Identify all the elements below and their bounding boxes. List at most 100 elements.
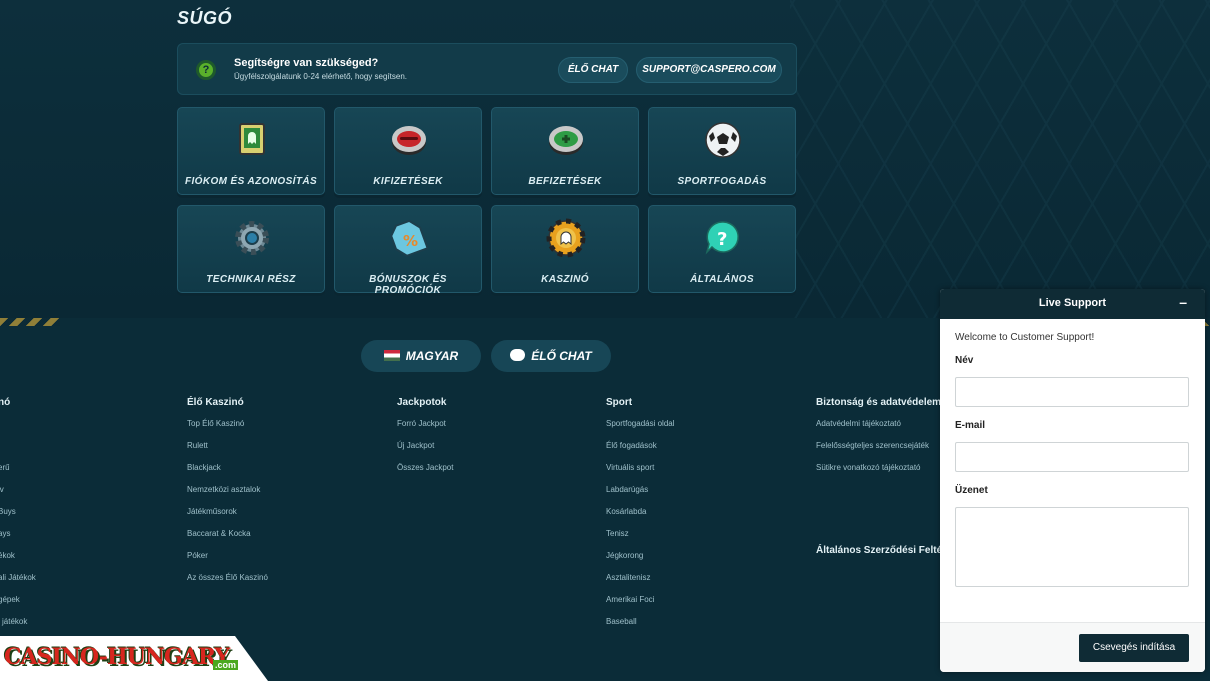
tile-label: KASZINÓ bbox=[541, 274, 589, 285]
footer-link[interactable]: Amerikai Foci bbox=[606, 595, 675, 617]
footer-link[interactable]: Adatvédelmi tájékoztató bbox=[816, 419, 941, 441]
tile-label: BEFIZETÉSEK bbox=[528, 176, 602, 187]
tile-casino[interactable]: KASZINÓ bbox=[491, 205, 639, 293]
tile-withdrawals[interactable]: KIFIZETÉSEK bbox=[334, 107, 482, 195]
footer-link[interactable]: Élő fogadások bbox=[606, 441, 675, 463]
column-title: Sport bbox=[606, 397, 633, 408]
column-title: Jackpotok bbox=[397, 397, 447, 408]
footer-link[interactable]: i játékok bbox=[0, 617, 36, 639]
tile-label: BÓNUSZOK ÉS PROMÓCIÓK bbox=[369, 274, 447, 296]
footer-link[interactable]: Forró Jackpot bbox=[397, 419, 453, 441]
percent-tag-icon: % bbox=[390, 219, 429, 257]
tile-label: KIFIZETÉSEK bbox=[373, 176, 443, 187]
footer-link[interactable]: Asztalitenisz bbox=[606, 573, 675, 595]
footer-link[interactable]: ays bbox=[0, 529, 36, 551]
question-icon: ? bbox=[196, 60, 216, 80]
soccer-ball-icon bbox=[705, 122, 741, 158]
column-title: Élő Kaszinó bbox=[187, 397, 244, 408]
tile-general[interactable]: ? ÁLTALÁNOS bbox=[648, 205, 796, 293]
footer-link[interactable]: Sütikre vonatkozó tájékoztató bbox=[816, 463, 941, 485]
footer-link[interactable]: Baseball bbox=[606, 617, 675, 639]
language-label: MAGYAR bbox=[405, 349, 459, 363]
help-contact-bar: ? Segítségre van szükséged? Ügyfélszolgá… bbox=[177, 43, 797, 95]
footer-link[interactable]: ali Játékok bbox=[0, 573, 36, 595]
live-chat-label: ÉLŐ CHAT bbox=[531, 349, 592, 363]
name-field[interactable] bbox=[955, 377, 1189, 407]
language-button[interactable]: MAGYAR bbox=[361, 340, 481, 372]
tile-label: ÁLTALÁNOS bbox=[690, 274, 754, 285]
svg-text:%: % bbox=[403, 232, 418, 250]
support-title: Live Support bbox=[1038, 297, 1107, 309]
page-title: SÚGÓ bbox=[177, 8, 233, 28]
footer-link[interactable]: Baccarat & Kocka bbox=[187, 529, 268, 551]
footer-column-casino: nó erű iv Buys ays ékok ali Játékok gépe… bbox=[0, 397, 36, 639]
footer-link[interactable]: Póker bbox=[187, 551, 268, 573]
ghost-card-icon bbox=[239, 123, 265, 155]
chat-bubble-icon bbox=[510, 349, 526, 361]
gear-icon bbox=[235, 221, 269, 255]
hex-pattern-background bbox=[790, 0, 1210, 318]
footer-column-security: Biztonság és adatvédelem Adatvédelmi táj… bbox=[816, 397, 941, 485]
footer-live-chat-button[interactable]: ÉLŐ CHAT bbox=[491, 340, 611, 372]
support-header: Live Support – bbox=[940, 289, 1205, 319]
footer-link[interactable]: Nemzetközi asztalok bbox=[187, 485, 268, 507]
footer-link[interactable]: Jégkorong bbox=[606, 551, 675, 573]
casino-chip-icon bbox=[546, 218, 586, 258]
message-label: Üzenet bbox=[955, 485, 988, 496]
footer-link[interactable]: Új Jackpot bbox=[397, 441, 453, 463]
footer-column-live-casino: Élő Kaszinó Top Élő Kaszinó Rulett Black… bbox=[187, 397, 268, 595]
email-label: E-mail bbox=[955, 420, 986, 431]
green-chip-icon bbox=[549, 126, 583, 155]
footer-link[interactable]: Kosárlabda bbox=[606, 507, 675, 529]
tile-label: SPORTFOGADÁS bbox=[677, 176, 767, 187]
hungary-flag-icon bbox=[383, 350, 400, 361]
tile-label: TECHNIKAI RÉSZ bbox=[206, 274, 296, 285]
footer-link[interactable]: Blackjack bbox=[187, 463, 268, 485]
support-footer: Csevegés indítása bbox=[940, 622, 1205, 672]
help-bar-subtitle: Ügyfélszolgálatunk 0-24 elérhető, hogy s… bbox=[234, 72, 407, 81]
footer-link[interactable]: Az összes Élő Kaszinó bbox=[187, 573, 268, 595]
email-field[interactable] bbox=[955, 442, 1189, 472]
live-support-widget: Live Support – Welcome to Customer Suppo… bbox=[940, 289, 1205, 672]
footer-link[interactable]: Labdarúgás bbox=[606, 485, 675, 507]
name-label: Név bbox=[955, 355, 974, 366]
footer-link[interactable]: Virtuális sport bbox=[606, 463, 675, 485]
footer-link[interactable]: Rulett bbox=[187, 441, 268, 463]
column-title: nó bbox=[0, 397, 11, 408]
footer-link[interactable] bbox=[0, 419, 36, 441]
footer-column-jackpots: Jackpotok Forró Jackpot Új Jackpot Össze… bbox=[397, 397, 453, 485]
footer-divider-left bbox=[0, 318, 60, 326]
footer-link[interactable]: gépek bbox=[0, 595, 36, 617]
tile-deposits[interactable]: BEFIZETÉSEK bbox=[491, 107, 639, 195]
footer-column-sport: Sport Sportfogadási oldal Élő fogadások … bbox=[606, 397, 675, 639]
logo-suffix: .com bbox=[213, 660, 239, 670]
footer-link[interactable]: Játékműsorok bbox=[187, 507, 268, 529]
minimize-icon[interactable]: – bbox=[1179, 294, 1187, 310]
footer-link[interactable]: Összes Jackpot bbox=[397, 463, 453, 485]
svg-text:?: ? bbox=[717, 229, 727, 250]
tile-technical[interactable]: TECHNIKAI RÉSZ bbox=[177, 205, 325, 293]
footer-link[interactable] bbox=[0, 441, 36, 463]
live-chat-button[interactable]: ÉLŐ CHAT bbox=[558, 57, 628, 83]
column-title: Biztonság és adatvédelem bbox=[816, 397, 942, 408]
footer-link[interactable]: Buys bbox=[0, 507, 36, 529]
footer-link[interactable]: iv bbox=[0, 485, 36, 507]
footer-link[interactable]: ékok bbox=[0, 551, 36, 573]
question-bubble-icon: ? bbox=[705, 221, 739, 255]
message-textarea[interactable] bbox=[955, 507, 1189, 587]
tile-account-identification[interactable]: FIÓKOM ÉS AZONOSÍTÁS bbox=[177, 107, 325, 195]
tile-bonuses-promotions[interactable]: % BÓNUSZOK ÉS PROMÓCIÓK bbox=[334, 205, 482, 296]
help-bar-title: Segítségre van szükséged? bbox=[234, 57, 379, 69]
start-chat-button[interactable]: Csevegés indítása bbox=[1079, 634, 1189, 662]
tile-label: FIÓKOM ÉS AZONOSÍTÁS bbox=[184, 176, 318, 187]
casino-hungary-logo: CASINO-HUNGARY bbox=[4, 644, 230, 670]
footer-link[interactable]: erű bbox=[0, 463, 36, 485]
support-welcome: Welcome to Customer Support! bbox=[955, 332, 1095, 343]
support-email-button[interactable]: SUPPORT@CASPERO.COM bbox=[636, 57, 782, 83]
tile-sports-betting[interactable]: SPORTFOGADÁS bbox=[648, 107, 796, 195]
footer-link[interactable]: Tenisz bbox=[606, 529, 675, 551]
footer-link[interactable]: Felelősségteljes szerencsejáték bbox=[816, 441, 941, 463]
footer-link[interactable]: Top Élő Kaszinó bbox=[187, 419, 268, 441]
red-chip-icon bbox=[392, 126, 426, 155]
footer-link[interactable]: Sportfogadási oldal bbox=[606, 419, 675, 441]
